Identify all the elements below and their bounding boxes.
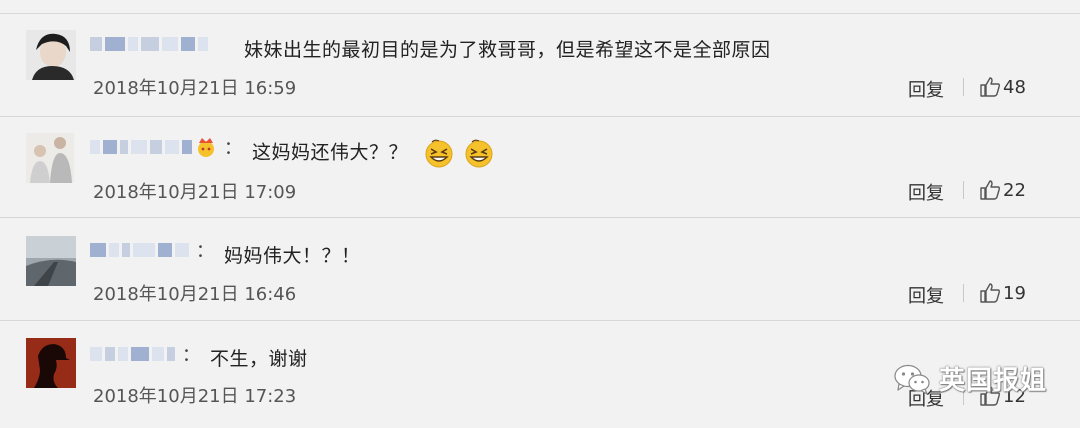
comment-text: 妹妹出生的最初目的是为了救哥哥，但是希望这不是全部原因: [244, 39, 771, 61]
watermark-text: 英国报姐: [939, 366, 1048, 396]
divider: [0, 13, 1080, 14]
timestamp: 2018年10月21日 16:59: [93, 78, 297, 99]
watermark: 英国报姐: [893, 360, 1047, 397]
comment-list: 妹妹出生的最初目的是为了救哥哥，但是希望这不是全部原因 2018年10月21日 …: [0, 0, 1080, 428]
avatar[interactable]: [26, 30, 76, 80]
timestamp: 2018年10月21日 17:09: [93, 182, 297, 203]
wechat-icon: [894, 364, 930, 395]
comment-text-content: 这妈妈还伟大？？: [252, 141, 409, 164]
comment-text: 这妈妈还伟大？？: [252, 137, 495, 169]
username[interactable]: ：: [90, 241, 214, 262]
comment-text: 不生，谢谢: [210, 348, 308, 370]
grinning-squint-emoji-icon: [425, 139, 453, 168]
reply-button[interactable]: 回复: [908, 76, 944, 102]
comment-item: ： 妈妈伟大！？！ 2018年10月21日 16:46 回复 19: [0, 208, 1080, 312]
action-separator: [963, 78, 964, 96]
action-separator: [963, 181, 964, 199]
comment-item: ： 这妈妈还伟大？？ 2018年10月21日 17:09 回复 22: [0, 104, 1080, 208]
like-count: 19: [1003, 282, 1026, 304]
like-count: 48: [1003, 76, 1026, 98]
username[interactable]: ：: [90, 345, 200, 366]
thumbs-up-icon: [980, 180, 1001, 200]
like-count: 22: [1003, 179, 1026, 201]
thumbs-up-icon: [980, 77, 1001, 97]
username[interactable]: ：: [90, 138, 242, 159]
avatar-road-landscape-icon: [26, 236, 76, 286]
comment-text: 妈妈伟大！？！: [224, 245, 361, 267]
action-separator: [963, 284, 964, 302]
thumbs-up-icon: [980, 283, 1001, 303]
separator: ：: [182, 345, 200, 366]
avatar[interactable]: [26, 133, 74, 183]
comment-item: 妹妹出生的最初目的是为了救哥哥，但是希望这不是全部原因 2018年10月21日 …: [0, 0, 1080, 104]
separator: ：: [224, 138, 242, 159]
divider: [0, 217, 1080, 218]
separator: ：: [196, 241, 214, 262]
timestamp: 2018年10月21日 16:46: [93, 284, 297, 305]
avatar-person-icon: [26, 30, 76, 80]
reply-button[interactable]: 回复: [908, 179, 944, 205]
like-button[interactable]: 48: [979, 76, 1026, 98]
like-button[interactable]: 22: [979, 179, 1026, 201]
avatar[interactable]: [26, 236, 76, 286]
reply-button[interactable]: 回复: [908, 282, 944, 308]
username[interactable]: [90, 35, 208, 53]
divider: [0, 116, 1080, 117]
divider: [0, 320, 1080, 321]
avatar-silhouette-icon: [26, 338, 76, 388]
timestamp: 2018年10月21日 17:23: [93, 386, 297, 407]
like-button[interactable]: 19: [979, 282, 1026, 304]
avatar-two-people-icon: [26, 133, 74, 183]
grinning-squint-emoji-icon: [465, 139, 493, 168]
crown-emoji-icon: [198, 138, 214, 157]
avatar[interactable]: [26, 338, 76, 388]
